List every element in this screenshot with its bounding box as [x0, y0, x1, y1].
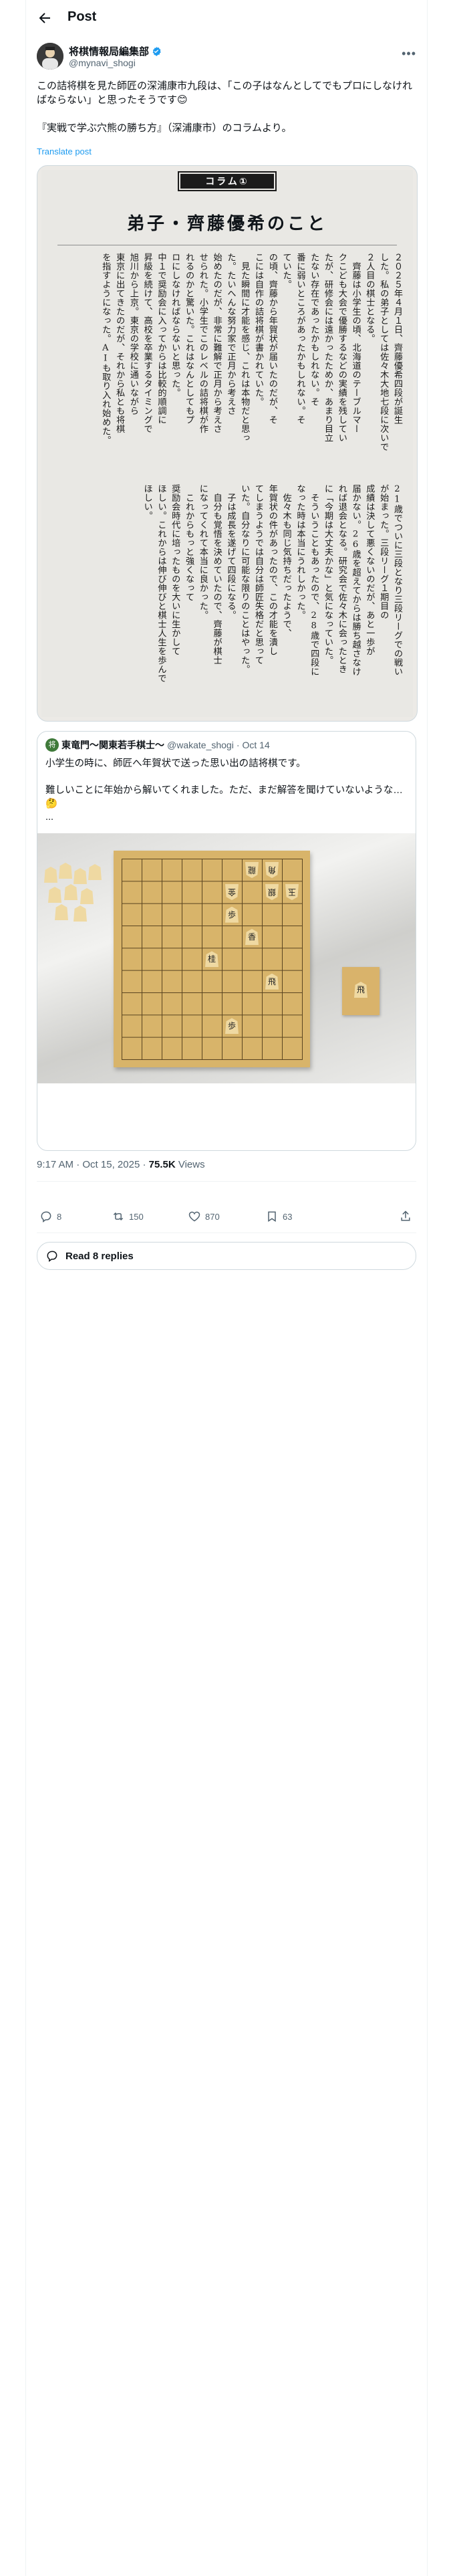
article-column: の頃、齊藤から年賀状が届いたのだが、そ: [267, 253, 277, 425]
tweet-text: この詰将棋を見た師匠の深浦康市九段は、「この子はなんとしてでもプロにしなければな…: [37, 80, 413, 134]
article-column: ２人目の棋士となる。: [364, 253, 375, 343]
quote-author-name[interactable]: 東竜門〜関東若手棋士〜: [61, 738, 164, 752]
author-name[interactable]: 将棋情報局編集部: [69, 44, 149, 58]
article-column: ほしい。: [142, 484, 152, 520]
article-column: した。私の弟子としては佐々木大地七段に次いで: [378, 253, 389, 451]
article-column: 番に弱いところがあったかもしれない。そ: [295, 253, 305, 425]
piece-in-hand: 飛: [354, 982, 367, 998]
article-column: 齊藤は小学生の頃、北海道のテーブルマー: [350, 253, 361, 433]
avatar[interactable]: [37, 43, 63, 70]
article-column: 奨励会時代に培ったものを大いに生かして: [170, 484, 180, 656]
article-column: なった時は本当にうれしかった。: [295, 484, 305, 620]
quote-date: Oct 14: [242, 740, 270, 750]
article-column: 始めたのだが、非常に難解で正月から考えさ: [211, 253, 222, 433]
article-column: ていた。: [281, 253, 291, 289]
article-column: 成績は決して悪くないのだが、あと一歩が: [364, 484, 375, 656]
article-column: 見た瞬間に才能を感じ、これは本物だと思っ: [239, 253, 250, 443]
article-column: になってくれて本当に良かった。: [197, 484, 208, 620]
article-column: てしまうようでは自分は師匠失格だと思って: [253, 484, 264, 665]
article-column: たない存在であったかもしれない。そ: [309, 253, 319, 407]
article-column: いた。自分なりに可能な限りのことはやった。: [239, 484, 250, 674]
views-count: 75.5K: [148, 1159, 176, 1170]
reply-button[interactable]: 8: [39, 1210, 61, 1223]
article-column: 東京に出てきたのだが、それから私とも将棋: [114, 253, 125, 433]
quoted-post[interactable]: 将 東竜門〜関東若手棋士〜 @wakate_shogi · Oct 14 小学生…: [37, 731, 416, 1151]
article-column: 届かない。26歳を超えてからは勝ち越さなけ: [350, 484, 361, 677]
article-column: たが、研修会には遠かったためか、あまり目立: [323, 253, 333, 443]
like-icon: [188, 1211, 200, 1222]
verified-icon: [152, 46, 161, 56]
translate-link[interactable]: Translate post: [37, 146, 92, 156]
shogi-board-photo[interactable]: 龍角金銀玉歩香桂飛歩 飛: [37, 833, 416, 1083]
piece-pile: [41, 860, 106, 922]
like-button[interactable]: 870: [188, 1210, 220, 1223]
quote-author-handle: @wakate_shogi: [167, 740, 234, 750]
article-column: 昇級を続けて、高校を卒業するタイミングで: [142, 253, 152, 433]
article-column: れるのかと驚いた。これはなんとしてもプ: [184, 253, 194, 425]
quote-text: 小学生の時に、師匠へ年賀状で送った思い出の詰将棋です。 難しいことに年始から解い…: [45, 758, 403, 823]
article-column: せられた。小学生でこのレベルの詰将棋が作: [197, 253, 208, 433]
more-icon[interactable]: •••: [402, 47, 416, 61]
article-column: ２０２５年４月１日、齊藤優希四段が誕生: [392, 253, 402, 425]
article-column: に「今期は大丈夫かな」と気になっていた。: [323, 484, 333, 665]
quote-avatar[interactable]: 将: [45, 738, 59, 752]
article-column: 佐々木も同じ気持ちだったようで、: [281, 484, 291, 638]
divider: [37, 1232, 416, 1233]
divider: [37, 1181, 416, 1182]
article-column: れば退会となる。研究会で佐々木に会ったとき: [336, 484, 347, 674]
repost-icon: [113, 1212, 124, 1221]
author-row: 将棋情報局編集部 @mynavi_shogi •••: [37, 43, 416, 72]
column-badge: コラム①: [180, 174, 274, 189]
page-title: Post: [67, 9, 97, 24]
reply-icon: [41, 1211, 51, 1222]
bookmark-icon: [268, 1211, 276, 1222]
read-replies-button[interactable]: Read 8 replies: [37, 1242, 416, 1270]
article-column: 子は成長を遂げて四段になる。: [225, 484, 236, 620]
article-column: こには自作の詰将棋が書かれていた。: [253, 253, 264, 407]
article-column: 自分も覚悟を決めていたので、齊藤が棋士: [211, 484, 222, 665]
article-column: クこども大会で優勝するなどの実績を残してい: [336, 253, 347, 443]
article-title: 弟子・齊藤優希のこと: [126, 214, 327, 234]
article-column: 21歳でついに三段となり三段リーグでの戦い: [392, 484, 402, 677]
article-column: 年賀状の件があったので、この才能を潰し: [267, 484, 277, 656]
piece-stand: 飛: [342, 967, 380, 1015]
bookmark-button[interactable]: 63: [265, 1210, 292, 1223]
post-timestamp: 9:17 AM · Oct 15, 2025 · 75.5K Views: [37, 1159, 205, 1170]
article-column: が始まった。三段リーグ１期目の: [378, 484, 389, 620]
article-column: そういうこともあったので、28歳で四段に: [309, 484, 319, 677]
share-button[interactable]: [399, 1210, 412, 1223]
article-column: ほしい。これからは伸び伸びと棋士人生を歩んで: [156, 484, 166, 683]
author-handle: @mynavi_shogi: [69, 58, 136, 68]
article-body-bottom: 21歳でついに三段となり三段リーグでの戦い が始まった。三段リーグ１期目の 成績は決…: [140, 484, 404, 705]
article-column: ロにしなければならないと思った。: [170, 253, 180, 397]
article-column: 中１で奨励会に入ってからは比較的順調に: [156, 253, 166, 425]
speech-bubble-icon: [47, 1251, 57, 1262]
article-page: コラム① 弟子・齊藤優希のこと ２０２５年４月１日、齊藤優希四段が誕生 した。私の…: [41, 170, 413, 717]
article-column: た。たいへんな努力家で正月から考えさ: [225, 253, 236, 415]
repost-button[interactable]: 150: [112, 1210, 144, 1223]
article-image[interactable]: コラム① 弟子・齊藤優希のこと ２０２５年４月１日、齊藤優希四段が誕生 した。私の…: [37, 165, 418, 722]
share-icon: [401, 1210, 410, 1221]
article-column: を指すようになった。AIも取り入れ始めた。: [100, 253, 111, 445]
post-header: Post: [26, 0, 427, 35]
action-bar: 8 150 870 63: [37, 1204, 416, 1228]
article-column: 旭川から上京。東京の学校に通いながら: [128, 253, 138, 415]
post-column: Post 将棋情報局編集部 @mynavi_shogi ••• この詰将棋を見た…: [25, 0, 428, 2576]
shogi-board: 龍角金銀玉歩香桂飛歩: [114, 851, 310, 1067]
article-column: これからもっと強くなって: [184, 484, 194, 602]
article-body-top: ２０２５年４月１日、齊藤優希四段が誕生 した。私の弟子としては佐々木大地七段に次い…: [98, 253, 404, 468]
back-arrow-icon[interactable]: [37, 10, 53, 26]
